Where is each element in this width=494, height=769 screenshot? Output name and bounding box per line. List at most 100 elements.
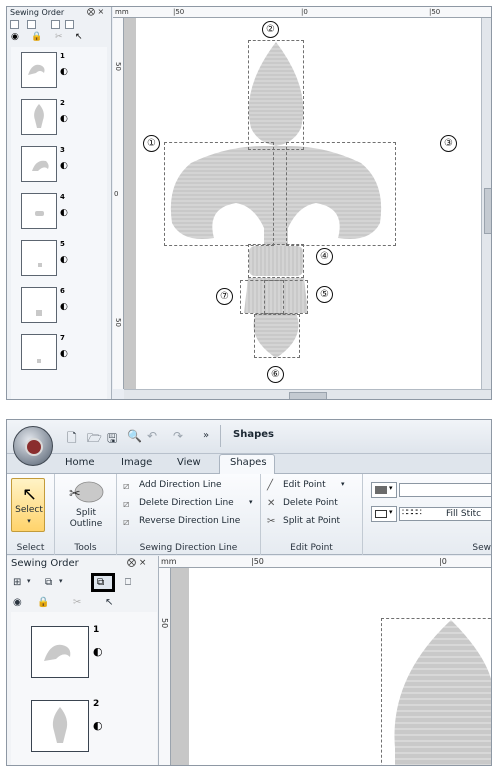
thumbnail-1[interactable] <box>31 626 89 678</box>
dropdown-arrow-icon[interactable]: ▾ <box>27 577 31 585</box>
thumbnail-6[interactable] <box>21 287 57 323</box>
tab-view[interactable]: View <box>177 457 201 468</box>
more-commands-icon[interactable]: » <box>203 430 209 441</box>
thumbnail-1[interactable] <box>21 52 57 88</box>
tab-shapes[interactable]: Shapes <box>230 457 267 468</box>
redo-icon[interactable]: ↷ <box>173 429 183 443</box>
ruler-label: 50 <box>160 618 169 629</box>
dropdown-arrow-icon[interactable]: ▾ <box>59 577 63 585</box>
scrollbar-thumb[interactable] <box>484 188 491 234</box>
thumbnail-number: 6 <box>60 287 65 295</box>
tab-image[interactable]: Image <box>121 457 152 468</box>
ruler-label: |50 <box>173 8 185 16</box>
split-outline-button[interactable]: ✂ Split Outline <box>63 478 109 532</box>
shape-preview <box>52 707 68 743</box>
group-sewing-direction: ⧄ Add Direction Line ⧄ Delete Direction … <box>117 474 261 555</box>
callout-4: ④ <box>316 248 333 265</box>
edit-point-button[interactable]: Edit Point <box>283 480 326 490</box>
thumbnail-2[interactable] <box>31 700 89 752</box>
callout-2: ② <box>262 21 279 38</box>
lock-icon[interactable]: 🔒 <box>37 597 49 608</box>
eye-icon[interactable]: ◉ <box>13 597 22 608</box>
add-direction-icon: ⧄ <box>123 481 130 492</box>
scrollbar-thumb[interactable] <box>289 392 327 399</box>
bbox-shape-2 <box>248 40 304 150</box>
fill-stitch-label: Fill Stitc <box>446 509 482 519</box>
zoom-icon[interactable]: 🔍 <box>127 429 142 443</box>
thumbnail-number: 1 <box>60 52 65 60</box>
cursor-arrow-icon: ↖ <box>22 484 38 505</box>
line-sew-type-combo[interactable] <box>399 483 491 497</box>
region-color-swatch-button[interactable]: ▾ <box>371 506 397 522</box>
split-at-point-button[interactable]: Split at Point <box>283 516 340 526</box>
thumbnail-5[interactable] <box>21 240 57 276</box>
visibility-icon[interactable]: ◐ <box>60 114 68 124</box>
cut-icon[interactable]: ✂ <box>55 32 63 42</box>
scissors-shape-icon: ✂ <box>69 481 104 503</box>
thumbnail-list: 1 ◐ 2 ◐ <box>11 612 157 765</box>
visibility-icon[interactable]: ◐ <box>60 161 68 171</box>
tab-home[interactable]: Home <box>65 457 95 468</box>
app-logo-icon <box>25 438 43 456</box>
cut-icon[interactable]: ✂ <box>73 597 81 608</box>
window-title: Shapes <box>233 429 274 440</box>
callout-3: ③ <box>440 135 457 152</box>
application-menu-button[interactable] <box>13 426 53 466</box>
region-sew-type-combo[interactable]: ∷∷∷∷ Fill Stitc <box>399 507 491 521</box>
dropdown-arrow-icon[interactable]: ▾ <box>341 480 345 488</box>
visibility-icon[interactable]: ◐ <box>60 67 68 77</box>
callout-7: ⑦ <box>216 288 233 305</box>
visibility-icon[interactable]: ◐ <box>93 719 103 732</box>
undo-icon[interactable]: ↶ <box>147 429 157 443</box>
select-button[interactable]: ↖ Select ▾ <box>11 478 45 532</box>
ruler-label: |50 <box>251 557 264 566</box>
visibility-icon[interactable]: ◐ <box>60 255 68 265</box>
callout-5: ⑤ <box>316 286 333 303</box>
visibility-icon[interactable]: ◐ <box>60 302 68 312</box>
delete-point-button[interactable]: Delete Point <box>283 498 338 508</box>
thumbnail-number: 4 <box>60 193 65 201</box>
save-icon[interactable]: 🖫 <box>107 429 117 450</box>
group-sewing-button-highlighted[interactable]: ⧉ <box>91 573 115 592</box>
order-icon[interactable]: ⧉ <box>45 577 52 588</box>
horizontal-scrollbar[interactable] <box>124 389 491 399</box>
region-swatch-icon <box>375 510 387 518</box>
thumbnail-7[interactable] <box>21 334 57 370</box>
ruler-unit: mm <box>161 557 177 566</box>
delete-direction-line-button[interactable]: Delete Direction Line <box>139 498 234 508</box>
thumbnail-list: 1 ◐ 2 ◐ 3 ◐ 4 ◐ 5 ◐ 6 ◐ 7 ◐ <box>11 47 107 399</box>
reverse-direction-line-button[interactable]: Reverse Direction Line <box>139 516 240 526</box>
line-color-swatch-button[interactable]: ▾ <box>371 482 397 498</box>
ruler-label: |50 <box>429 8 441 16</box>
ruler-label: 0 <box>114 190 119 198</box>
order-icon[interactable] <box>27 20 36 29</box>
thumbnail-4[interactable] <box>21 193 57 229</box>
visibility-icon[interactable]: ◐ <box>60 349 68 359</box>
visibility-icon[interactable]: ◐ <box>93 645 103 658</box>
frame-icon[interactable] <box>65 20 74 29</box>
bbox-shape-7 <box>240 280 284 314</box>
new-file-icon[interactable]: 🗋 <box>67 429 77 450</box>
panel-controls[interactable]: ⨂ × <box>127 558 146 568</box>
eye-icon[interactable]: ◉ <box>11 32 19 42</box>
group-icon[interactable] <box>51 20 60 29</box>
thumbnail-2[interactable] <box>21 99 57 135</box>
frame-icon[interactable]: ⎕ <box>125 577 131 588</box>
open-folder-icon[interactable]: 🗁 <box>87 429 102 450</box>
dropdown-arrow-icon[interactable]: ▾ <box>249 498 253 506</box>
sort-icon[interactable] <box>10 20 19 29</box>
add-direction-line-button[interactable]: Add Direction Line <box>139 480 222 490</box>
pointer-icon[interactable]: ↖ <box>105 597 113 608</box>
svg-text:✂: ✂ <box>69 486 81 502</box>
pointer-icon[interactable]: ↖ <box>75 32 83 42</box>
design-canvas[interactable]: ② ① ③ ④ ⑤ ⑦ ⑥ <box>136 18 481 389</box>
design-canvas[interactable] <box>189 568 491 765</box>
lock-icon[interactable]: 🔒 <box>31 32 42 42</box>
vertical-scrollbar[interactable] <box>481 18 491 389</box>
panel-controls[interactable]: ⨂ × <box>87 7 104 16</box>
sort-icon[interactable]: ⊞ <box>13 577 21 588</box>
separator <box>220 425 221 447</box>
visibility-icon[interactable]: ◐ <box>60 208 68 218</box>
thumbnail-3[interactable] <box>21 146 57 182</box>
vertical-ruler: 50 0 50 <box>113 18 124 389</box>
